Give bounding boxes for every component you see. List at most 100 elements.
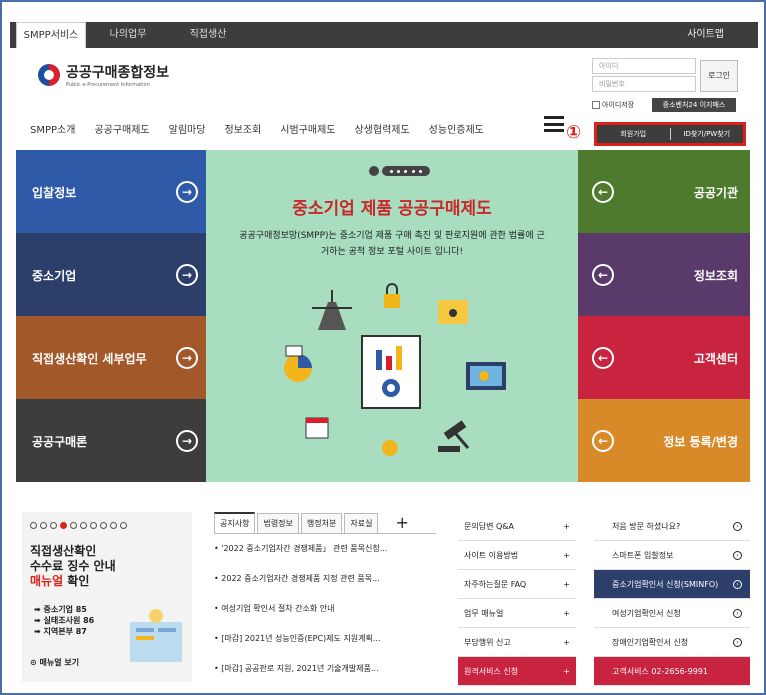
site-logo[interactable]: 공공구매종합정보 Public e-Procurement Informatio… [38,62,169,88]
nav-item-pilot-purchase[interactable]: 시범구매제도 [280,121,335,136]
chevron-right-icon: › [733,550,742,560]
help-link[interactable]: 업무 매뉴얼 + [458,599,576,628]
chevron-right-icon: › [733,521,742,531]
id-input[interactable]: 아이디 [592,58,696,74]
arrow-right-icon: → [176,264,198,286]
monitor-icon [466,362,506,390]
help-link[interactable]: 부당행위 신고 + [458,628,576,657]
manual-line3-red: 매뉴얼 [30,574,64,588]
tab-archive[interactable]: 자료실 [344,512,379,533]
service-links: 처음 방문 하셨나요? › 스마트폰 입찰정보 › 중소기업확인서 신청(SMINF… [594,512,750,686]
remember-id-checkbox[interactable]: 아이디저장 [592,100,634,110]
plus-icon: + [563,579,570,589]
notice-item[interactable]: • 2022 중소기업자간 경쟁제품 지정 관련 품목... [214,564,436,594]
service-link[interactable]: 장애인기업확인서 신청 › [594,628,750,657]
tab-laws[interactable]: 법령정보 [257,512,299,533]
password-input[interactable]: 비밀번호 [592,76,696,92]
arrow-left-icon: ← [592,181,614,203]
tile-label: 정보조회 [693,269,738,283]
tab-direct-production[interactable]: 직접생산 [180,22,236,48]
login-button[interactable]: 로그인 [700,60,738,92]
tile-info-search[interactable]: ← 정보조회 [578,233,750,316]
list-item: ➡ 실태조사원 86 [34,616,95,625]
chevron-right-icon: › [733,608,742,618]
tab-admin-action[interactable]: 행정처분 [300,512,343,533]
manual-line2: 수수료 징수 안내 [30,559,116,573]
manual-card[interactable]: 직접생산확인 수수료 징수 안내 매뉴얼 확인 ➡ 중소기업 85 ➡ 실태조사… [22,512,192,682]
gavel-icon [438,420,470,452]
tile-label: 공공구매론 [32,435,88,449]
chevron-right-icon: › [733,579,742,589]
plus-icon: + [563,637,570,647]
tile-sme[interactable]: 중소기업 → [16,233,206,316]
help-links: 문의답변 Q&A + 사이트 이용방법 + 자주하는질문 FAQ + 업무 매뉴얼 + … [458,512,576,686]
manual-line3: 확인 [63,574,90,588]
book-icon [130,609,182,662]
manual-view-link[interactable]: ⊙ 매뉴얼 보기 [30,657,79,668]
tile-label: 정보 등록/변경 [663,435,738,449]
plus-icon: + [563,521,570,531]
tile-procurement-theory[interactable]: 공공구매론 → [16,399,206,482]
arrow-right-icon: → [176,430,198,452]
carousel-dots[interactable] [30,522,127,529]
notice-item[interactable]: • 여성기업 확인서 절차 간소화 안내 [214,594,436,624]
nav-item-cooperation[interactable]: 상생협력제도 [354,121,409,136]
main-nav: SMPP소개 공공구매제도 알림마당 정보조회 시범구매제도 상생협력제도 성능… [30,121,503,136]
notice-item[interactable]: • '2022 중소기업자간 경쟁제품」 관련 품목신청... [214,534,436,564]
find-id-pw-button[interactable]: ID찾기/PW찾기 [671,129,744,139]
tile-customer-center[interactable]: ← 고객센터 [578,316,750,399]
help-link[interactable]: 자주하는질문 FAQ + [458,570,576,599]
remember-id-label: 아이디저장 [602,101,635,109]
tile-direct-production[interactable]: 직접생산확인 세부업무 → [16,316,206,399]
service-link[interactable]: 처음 방문 하셨나요? › [594,512,750,541]
nav-item-notice[interactable]: 알림마당 [169,121,206,136]
tab-smpp-service[interactable]: SMPP서비스 [16,22,86,48]
manual-heading: 직접생산확인 수수료 징수 안내 매뉴얼 확인 [30,544,116,589]
join-button[interactable]: 회원가입 [597,129,670,139]
tile-info-register[interactable]: ← 정보 등록/변경 [578,399,750,482]
remote-service-link[interactable]: 원격서비스 신청 + [458,657,576,686]
nav-item-info-search[interactable]: 정보조회 [224,121,261,136]
menu-icon[interactable] [544,116,564,132]
pie-chart-icon [284,345,312,382]
service-link[interactable]: 중소기업확인서 신청(SMINFO) › [594,570,750,599]
tile-label: 고객센터 [693,352,738,366]
service-link[interactable]: 스마트폰 입찰정보 › [594,541,750,570]
tile-label: 직접생산확인 세부업무 [32,352,147,366]
manual-list: ➡ 중소기업 85 ➡ 실태조사원 86 ➡ 지역본부 87 [34,604,94,637]
checkbox-icon [592,101,600,109]
notice-item[interactable]: • [마감] 공공판로 지원, 2021년 기술개발제품... [214,654,436,684]
tile-label: 입찰정보 [32,186,77,200]
chevron-right-icon: › [733,637,742,647]
tile-bid-info[interactable]: 입찰정보 → [16,150,206,233]
hero-banner: 중소기업 제품 공공구매제도 공공구매정보망(SMPP)는 중소기업 제품 구매… [206,150,578,482]
help-link[interactable]: 사이트 이용방법 + [458,541,576,570]
annotation-marker: ① [566,122,582,143]
customer-service-phone[interactable]: 고객서비스 02-2656-9991 [594,657,750,686]
more-plus-icon[interactable]: + [390,509,413,536]
arrow-right-icon: → [176,181,198,203]
notice-tabs: 공지사항 법령정보 행정처분 자료실 + [214,512,436,534]
tile-label: 공공기관 [693,186,738,200]
auth-links: 회원가입 ID찾기/PW찾기 [594,122,746,146]
nav-item-public-procurement[interactable]: 공공구매제도 [94,121,149,136]
notice-board: 공지사항 법령정보 행정처분 자료실 + • '2022 중소기업자간 경쟁제품… [214,512,436,684]
nav-item-performance-cert[interactable]: 성능인증제도 [429,121,484,136]
plus-icon: + [563,666,570,676]
service-link[interactable]: 여성기업확인서 신청 › [594,599,750,628]
help-link[interactable]: 문의답변 Q&A + [458,512,576,541]
list-item: ➡ 중소기업 85 [34,605,87,614]
sitemap-link[interactable]: 사이트맵 [687,22,724,48]
arrow-left-icon: ← [592,347,614,369]
tab-notice[interactable]: 공지사항 [214,512,256,533]
folder-icon [438,300,468,324]
notice-item[interactable]: • [마감] 2021년 성능인증(EPC)제도 지원계획... [214,624,436,654]
plus-icon: + [563,608,570,618]
nav-item-smpp-intro[interactable]: SMPP소개 [30,121,75,136]
list-item: ➡ 지역본부 87 [34,627,87,636]
tile-public-institution[interactable]: ← 공공기관 [578,150,750,233]
coin-icon [382,440,398,456]
tab-my-work[interactable]: 나의업무 [100,22,156,48]
clipboard-chart-icon [361,335,421,409]
venture24-easypass-button[interactable]: 중소벤처24 이지패스 [652,98,736,112]
